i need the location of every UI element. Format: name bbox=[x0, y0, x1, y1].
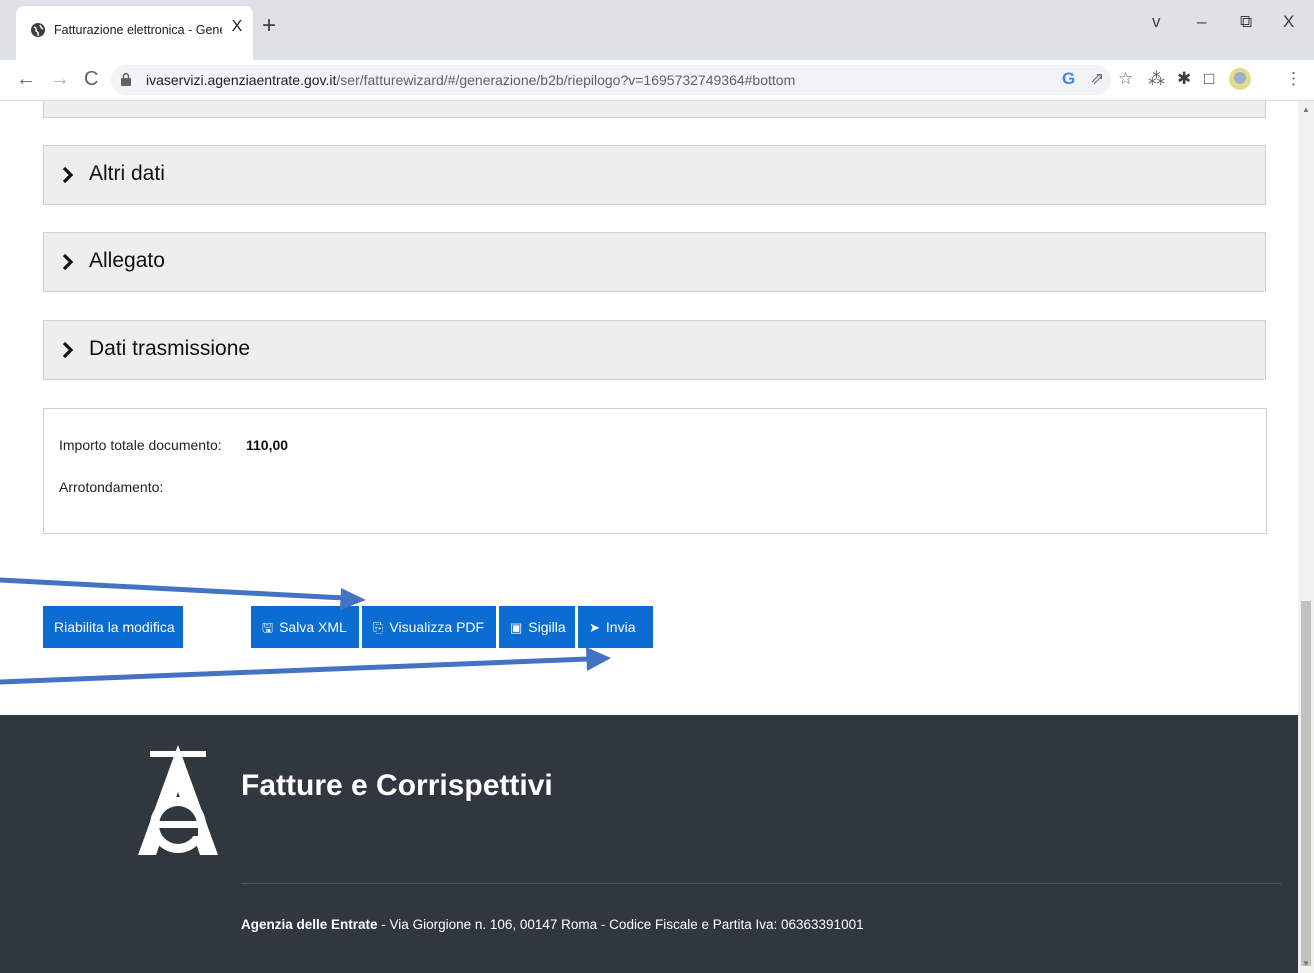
star-icon[interactable]: ☆ bbox=[1118, 69, 1133, 89]
page-content: Altri dati Allegato Dati trasmissione Im… bbox=[0, 101, 1298, 973]
browser-toolbar: ← → C ivaservizi.agenziaentrate.gov.it/s… bbox=[0, 60, 1314, 101]
google-icon[interactable]: G bbox=[1062, 69, 1075, 89]
salva-xml-label: Salva XML bbox=[279, 619, 347, 635]
browser-tab[interactable]: Fatturazione elettronica - Genera X bbox=[16, 6, 253, 60]
section-label: Dati trasmissione bbox=[89, 337, 251, 360]
globe-icon bbox=[31, 23, 45, 37]
back-icon[interactable]: ← bbox=[16, 68, 36, 90]
puzzle-icon[interactable]: ✱ bbox=[1177, 69, 1191, 89]
agenzia-entrate-logo bbox=[138, 745, 218, 855]
scroll-up-icon[interactable]: ▲ bbox=[1302, 105, 1310, 114]
reload-icon[interactable]: C bbox=[84, 68, 98, 90]
sigilla-button[interactable]: ▣ Sigilla bbox=[499, 606, 575, 648]
new-tab-button[interactable]: + bbox=[262, 14, 276, 38]
footer-divider bbox=[241, 883, 1281, 884]
tab-title: Fatturazione elettronica - Genera bbox=[54, 23, 222, 37]
invia-label: Invia bbox=[605, 619, 636, 635]
riabilita-label: Riabilita la modifica bbox=[54, 619, 175, 635]
pdf-icon: ⎘ bbox=[373, 620, 384, 635]
previous-section bbox=[43, 101, 1266, 118]
tab-close-icon[interactable]: X bbox=[227, 18, 247, 36]
chevron-right-icon bbox=[62, 253, 74, 271]
section-label: Altri dati bbox=[89, 162, 165, 185]
window-close-icon[interactable]: X bbox=[1283, 12, 1294, 32]
chevron-right-icon bbox=[62, 341, 74, 359]
section-label: Allegato bbox=[89, 249, 165, 272]
menu-icon[interactable]: ⋮ bbox=[1285, 69, 1302, 89]
sigilla-label: Sigilla bbox=[528, 619, 566, 635]
sidepanel-icon[interactable]: □ bbox=[1204, 69, 1214, 89]
share-icon[interactable]: ⇗ bbox=[1090, 69, 1104, 89]
forward-icon[interactable]: → bbox=[50, 68, 70, 90]
totals-panel: Importo totale documento: 110,00 Arroton… bbox=[43, 408, 1267, 534]
invia-button[interactable]: ➤ Invia bbox=[578, 606, 653, 648]
page-scrollbar[interactable]: ▲ ▼ bbox=[1298, 101, 1314, 973]
footer-address: Agenzia delle Entrate - Via Giorgione n.… bbox=[241, 917, 864, 932]
seal-icon: ▣ bbox=[510, 620, 523, 635]
send-icon: ➤ bbox=[589, 620, 600, 635]
section-dati-trasmissione[interactable]: Dati trasmissione bbox=[43, 320, 1266, 380]
extensions-grid-icon[interactable]: ⁂ bbox=[1148, 69, 1165, 89]
salva-xml-button[interactable]: 🖫 Salva XML bbox=[251, 606, 359, 648]
minimize-icon[interactable]: – bbox=[1197, 12, 1206, 32]
importo-value: 110,00 bbox=[246, 437, 289, 453]
chevron-right-icon bbox=[62, 166, 74, 184]
tab-search-icon[interactable]: v bbox=[1152, 12, 1161, 32]
url-path: /ser/fatturewizard/#/generazione/b2b/rie… bbox=[336, 72, 796, 88]
arrotondamento-label: Arrotondamento: bbox=[59, 479, 164, 495]
importo-label: Importo totale documento: bbox=[59, 437, 222, 453]
footer-agency: Agenzia delle Entrate bbox=[241, 917, 378, 932]
visualizza-pdf-button[interactable]: ⎘ Visualizza PDF bbox=[362, 606, 496, 648]
site-footer: Fatture e Corrispettivi Agenzia delle En… bbox=[0, 715, 1298, 973]
section-allegato[interactable]: Allegato bbox=[43, 232, 1266, 292]
scrollbar-thumb[interactable] bbox=[1301, 601, 1311, 966]
lock-icon bbox=[121, 73, 131, 86]
address-bar[interactable]: ivaservizi.agenziaentrate.gov.it/ser/fat… bbox=[111, 65, 1111, 95]
url-text: ivaservizi.agenziaentrate.gov.it/ser/fat… bbox=[146, 72, 795, 88]
url-host: ivaservizi.agenziaentrate.gov.it bbox=[146, 72, 337, 88]
riabilita-modifica-button[interactable]: Riabilita la modifica bbox=[43, 606, 183, 648]
footer-brand: Fatture e Corrispettivi bbox=[241, 769, 553, 802]
scroll-down-icon[interactable]: ▼ bbox=[1302, 959, 1310, 968]
restore-icon[interactable]: ⧉ bbox=[1240, 12, 1252, 32]
footer-address-text: - Via Giorgione n. 106, 00147 Roma - Cod… bbox=[377, 917, 864, 932]
visualizza-pdf-label: Visualizza PDF bbox=[389, 619, 485, 635]
browser-tab-bar: Fatturazione elettronica - Genera X + v … bbox=[0, 0, 1314, 60]
profile-avatar[interactable] bbox=[1228, 67, 1252, 91]
floppy-icon: 🖫 bbox=[262, 620, 274, 635]
section-altri-dati[interactable]: Altri dati bbox=[43, 145, 1266, 205]
